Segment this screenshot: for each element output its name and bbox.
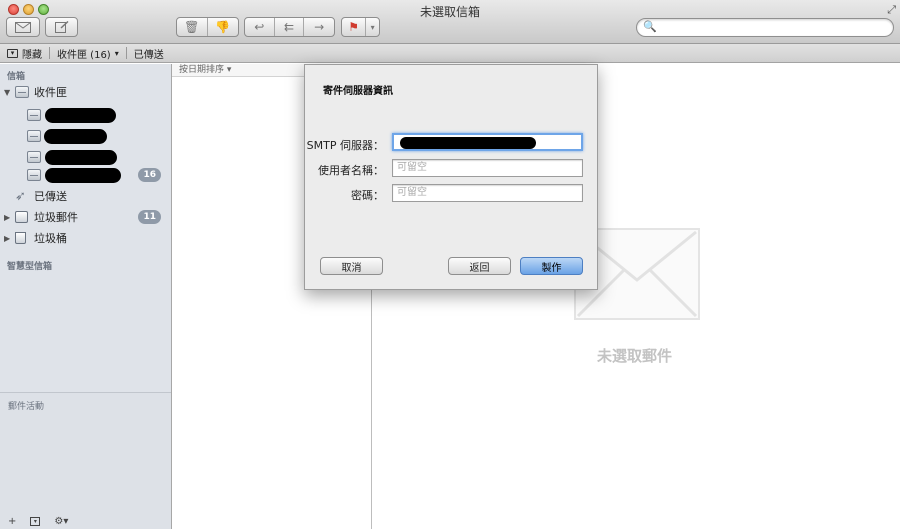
hide-mailboxes-button[interactable]: ▾ 隱藏 xyxy=(0,46,49,61)
password-field[interactable]: 可留空 xyxy=(392,184,583,202)
dialog-title: 寄件伺服器資訊 xyxy=(323,86,393,97)
password-label: 密碼： xyxy=(351,189,384,202)
compose-icon xyxy=(54,21,69,33)
search-input[interactable]: 🔍 xyxy=(636,18,894,37)
create-button[interactable]: 製作 xyxy=(520,257,583,275)
delete-junk-group: 🗑 👎 xyxy=(176,17,239,37)
trash-icon xyxy=(15,232,26,244)
hide-label: 隱藏 xyxy=(22,49,42,61)
junk-icon xyxy=(15,211,28,223)
sidebar-item-junk[interactable]: ▶ 垃圾郵件 11 xyxy=(0,207,171,227)
mailbox-sidebar: 信箱 ▼ 收件匣 16 ➶ 已傳送 ▶ 垃圾郵件 11 ▶ 垃圾桶 智慧型信箱 … xyxy=(0,64,172,529)
junk-button[interactable]: 👎 xyxy=(208,18,238,36)
thumbs-down-icon: 👎 xyxy=(215,20,231,34)
cancel-button[interactable]: 取消 xyxy=(320,257,383,275)
favorite-inbox-label: 收件匣 (16) xyxy=(57,49,111,61)
redacted-account-name xyxy=(45,107,116,123)
unread-count-badge: 11 xyxy=(138,210,161,224)
reply-all-icon: ⇇ xyxy=(283,20,295,34)
mailbox-icon xyxy=(27,130,41,142)
forward-button[interactable]: → xyxy=(304,18,334,36)
search-icon: 🔍 xyxy=(643,20,657,33)
redacted-server-name xyxy=(400,137,536,149)
inbox-icon xyxy=(15,86,29,98)
sidebar-item-label: 垃圾桶 xyxy=(34,232,67,245)
get-mail-button[interactable] xyxy=(6,17,40,37)
favorite-sent[interactable]: 已傳送 xyxy=(127,46,171,61)
paper-plane-icon: ➶ xyxy=(15,188,26,204)
fullscreen-icon[interactable]: ⤢ xyxy=(887,3,896,17)
redacted-account-name xyxy=(44,128,107,144)
compose-button[interactable] xyxy=(45,17,78,37)
favorites-bar: ▾ 隱藏 收件匣 (16) ▾ 已傳送 xyxy=(0,44,900,63)
smart-mailboxes-header: 智慧型信箱 xyxy=(7,262,53,272)
smtp-server-field[interactable] xyxy=(392,133,583,151)
username-field[interactable]: 可留空 xyxy=(392,159,583,177)
back-button[interactable]: 返回 xyxy=(448,257,511,275)
flag-menu-button[interactable]: ▾ xyxy=(366,18,379,36)
reply-all-button[interactable]: ⇇ xyxy=(275,18,305,36)
mailbox-icon xyxy=(27,169,41,181)
reply-forward-group: ↩ ⇇ → xyxy=(244,17,335,37)
no-message-selected-label: 未選取郵件 xyxy=(597,347,673,365)
window-toolbar: 未選取信箱 ⤢ 🗑 👎 ↩ ⇇ → ⚑ ▾ 🔍 xyxy=(0,0,900,44)
add-mailbox-button[interactable]: + xyxy=(8,516,16,527)
sidebar-item-account-4[interactable]: 16 xyxy=(0,165,171,185)
redacted-account-name xyxy=(45,149,117,165)
flag-button[interactable]: ⚑ xyxy=(342,18,367,36)
mailbox-icon xyxy=(27,109,41,121)
redacted-account-name xyxy=(45,167,121,183)
trash-icon: 🗑 xyxy=(184,20,200,34)
sidebar-item-account-3[interactable] xyxy=(0,147,171,167)
reply-icon: ↩ xyxy=(254,20,265,34)
outgoing-server-dialog: 寄件伺服器資訊 SMTP 伺服器： 使用者名稱： 可留空 密碼： 可留空 取消 … xyxy=(304,64,598,290)
sidebar-item-inbox[interactable]: ▼ 收件匣 xyxy=(0,82,171,102)
unread-count-badge: 16 xyxy=(138,168,161,182)
sidebar-item-account-2[interactable] xyxy=(0,126,171,146)
username-label: 使用者名稱： xyxy=(318,164,384,177)
sidebar-item-label: 已傳送 xyxy=(34,190,67,203)
envelope-icon xyxy=(15,21,31,33)
mail-activity-pane: 郵件活動 xyxy=(0,392,171,529)
hide-sidebar-icon: ▾ xyxy=(7,48,18,58)
disclosure-triangle-icon[interactable]: ▶ xyxy=(4,213,10,222)
reply-button[interactable]: ↩ xyxy=(245,18,275,36)
sidebar-footer: + ▾ ⚙▾ xyxy=(0,513,171,529)
delete-button[interactable]: 🗑 xyxy=(177,18,208,36)
sidebar-item-sent[interactable]: ➶ 已傳送 xyxy=(0,186,171,206)
flag-group: ⚑ ▾ xyxy=(341,17,380,37)
sidebar-item-label: 垃圾郵件 xyxy=(34,211,78,224)
chevron-down-icon: ▾ xyxy=(114,48,119,58)
smtp-server-label: SMTP 伺服器： xyxy=(306,139,384,152)
sidebar-item-trash[interactable]: ▶ 垃圾桶 xyxy=(0,228,171,248)
mailboxes-header: 信箱 xyxy=(7,72,26,82)
mail-activity-label: 郵件活動 xyxy=(8,402,45,412)
chevron-down-icon: ▾ xyxy=(370,22,375,32)
favorite-inbox[interactable]: 收件匣 (16) ▾ xyxy=(50,46,126,61)
disclosure-triangle-icon[interactable]: ▶ xyxy=(4,234,10,243)
gear-icon[interactable]: ⚙▾ xyxy=(54,516,68,527)
flag-icon: ⚑ xyxy=(348,20,360,34)
disclosure-triangle-icon[interactable]: ▼ xyxy=(4,88,10,97)
sidebar-item-account-1[interactable] xyxy=(0,105,171,125)
forward-icon: → xyxy=(314,20,325,34)
sidebar-item-label: 收件匣 xyxy=(34,86,67,99)
mailbox-icon xyxy=(27,151,41,163)
favorite-sent-label: 已傳送 xyxy=(133,49,164,61)
show-activity-icon[interactable]: ▾ xyxy=(30,516,41,526)
